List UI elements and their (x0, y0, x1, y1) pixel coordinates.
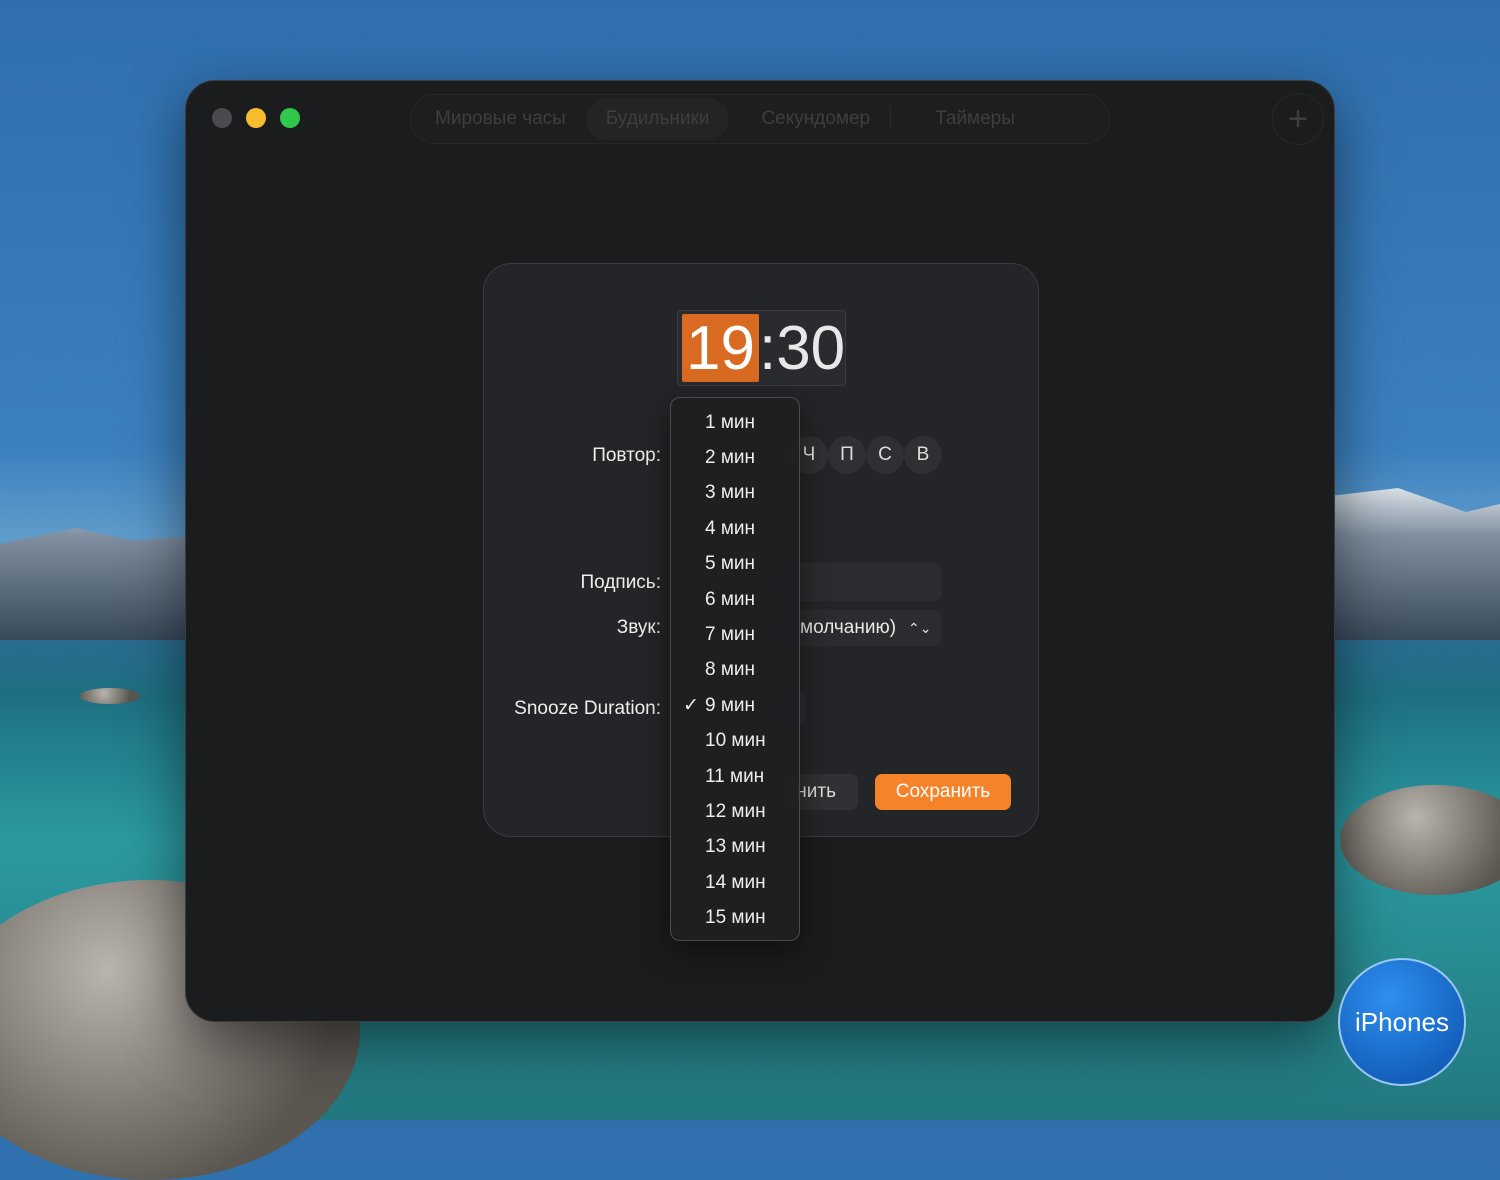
checkmark-icon: ✓ (683, 695, 699, 717)
close-button[interactable] (212, 108, 232, 128)
menu-item-snooze[interactable]: 10 мин (671, 724, 799, 759)
rock (80, 688, 140, 704)
menu-item-snooze[interactable]: 11 мин (671, 759, 799, 794)
mountains-right (1330, 488, 1500, 640)
sound-value: молчанию) (800, 617, 897, 638)
menu-item-label: 15 мин (705, 907, 766, 929)
rock (1340, 785, 1500, 895)
tab-timers[interactable]: Таймеры (915, 98, 1035, 140)
menu-item-label: 3 мин (705, 482, 756, 504)
snooze-duration-menu: 1 мин 2 мин 3 мин 4 мин 5 мин 6 мин 7 мин 8 мин… (670, 397, 800, 941)
tab-world-clock[interactable]: Мировые часы (415, 98, 586, 140)
menu-item-label: 10 мин (705, 730, 766, 752)
menu-item-snooze[interactable]: 14 мин (671, 865, 799, 900)
chevron-updown-icon: ⌃⌄ (908, 619, 932, 636)
day-fri[interactable]: П (828, 436, 866, 474)
add-button[interactable]: + (1272, 93, 1324, 145)
menu-item-label: 2 мин (705, 447, 756, 469)
menu-item-snooze[interactable]: 1 мин (671, 405, 799, 440)
zoom-button[interactable] (280, 108, 300, 128)
iphones-logo: iPhones (1338, 958, 1466, 1086)
menu-item-label: 12 мин (705, 800, 766, 822)
time-picker[interactable]: 19 :30 (677, 310, 846, 386)
repeat-label: Повтор: (592, 445, 661, 466)
tab-stopwatch[interactable]: Секундомер (741, 98, 890, 140)
menu-item-snooze[interactable]: 4 мин (671, 511, 799, 546)
menu-item-snooze[interactable]: 12 мин (671, 794, 799, 829)
menu-item-snooze[interactable]: 5 мин (671, 547, 799, 582)
menu-item-label: 13 мин (705, 836, 766, 858)
menu-item-label: 8 мин (705, 659, 756, 681)
logo-text: iPhones (1355, 1006, 1449, 1037)
snooze-label: Snooze Duration: (514, 698, 661, 719)
menu-item-snooze[interactable]: 15 мин (671, 900, 799, 935)
caption-input[interactable] (780, 563, 942, 601)
caption-label: Подпись: (580, 572, 661, 593)
cancel-button[interactable]: нить (790, 774, 858, 810)
menu-item-snooze[interactable]: ✓ 9 мин (671, 688, 799, 723)
menu-item-snooze[interactable]: 6 мин (671, 582, 799, 617)
menu-item-label: 4 мин (705, 517, 756, 539)
minutes-field[interactable]: :30 (759, 313, 845, 384)
mountains-left (0, 528, 190, 640)
tab-bar: Мировые часы Будильники Секундомер Тайме… (410, 94, 1110, 144)
hours-field[interactable]: 19 (682, 314, 759, 383)
menu-item-snooze[interactable]: 3 мин (671, 476, 799, 511)
menu-item-snooze[interactable]: 2 мин (671, 440, 799, 475)
menu-item-snooze[interactable]: 7 мин (671, 617, 799, 652)
menu-item-snooze[interactable]: 13 мин (671, 830, 799, 865)
menu-item-label: 5 мин (705, 553, 756, 575)
save-button[interactable]: Сохранить (875, 774, 1011, 810)
menu-item-snooze[interactable]: 8 мин (671, 653, 799, 688)
menu-item-label: 11 мин (705, 765, 765, 787)
day-sat[interactable]: С (866, 436, 904, 474)
day-sun[interactable]: В (904, 436, 942, 474)
menu-item-label: 7 мин (705, 624, 756, 646)
menu-item-label: 1 мин (705, 411, 756, 433)
sound-select[interactable]: молчанию) ⌃⌄ (780, 610, 942, 646)
menu-item-label: 9 мин (705, 694, 756, 716)
menu-item-label: 14 мин (705, 871, 766, 893)
tab-alarms[interactable]: Будильники (585, 98, 730, 140)
tab-divider (890, 107, 892, 131)
minimize-button[interactable] (246, 108, 266, 128)
sound-label: Звук: (616, 617, 661, 638)
menu-item-label: 6 мин (705, 588, 756, 610)
